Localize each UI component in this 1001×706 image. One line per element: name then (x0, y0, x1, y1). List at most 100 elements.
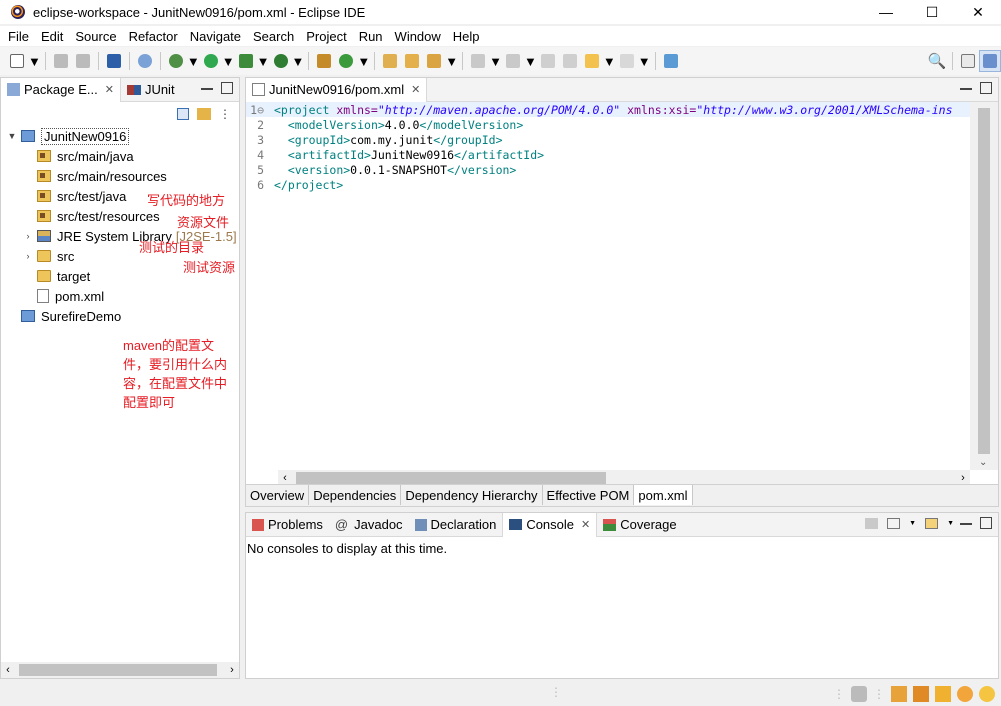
external-tools-button[interactable] (270, 50, 292, 72)
skip-breakpoints-button[interactable] (134, 50, 156, 72)
back-button[interactable] (581, 50, 603, 72)
chevron-down-icon[interactable]: ▼ (603, 54, 616, 69)
wand-icon[interactable] (935, 685, 951, 702)
minimize-view-button[interactable] (960, 519, 972, 525)
chevron-down-icon[interactable]: ▼ (222, 54, 235, 69)
tab-dependency-hierarchy[interactable]: Dependency Hierarchy (401, 485, 543, 505)
new-java-class-button[interactable] (335, 50, 357, 72)
menu-run[interactable]: Run (353, 29, 389, 44)
next-annotation-button[interactable] (467, 50, 489, 72)
menu-file[interactable]: File (2, 29, 35, 44)
coverage-button[interactable] (235, 50, 257, 72)
scrollbar-thumb[interactable] (978, 108, 990, 454)
tab-pom-xml[interactable]: pom.xml (634, 485, 693, 505)
java-perspective-button[interactable] (979, 50, 1001, 72)
new-java-package-button[interactable] (313, 50, 335, 72)
updates-icon[interactable] (851, 685, 867, 702)
chevron-down-icon[interactable]: ▼ (638, 54, 651, 69)
tree-item-surefiredemo[interactable]: SurefireDemo (1, 306, 239, 326)
chevron-right-icon[interactable]: › (956, 472, 970, 484)
chevron-right-icon[interactable]: › (23, 231, 33, 241)
tab-declaration[interactable]: Declaration (409, 513, 503, 537)
vertical-scrollbar[interactable]: ⌄ (970, 102, 998, 470)
link-with-editor-icon[interactable] (197, 108, 211, 120)
smiley-icon[interactable] (957, 685, 973, 702)
chevron-right-icon[interactable]: › (225, 664, 239, 676)
save-all-button[interactable] (72, 50, 94, 72)
book-icon[interactable] (891, 685, 907, 702)
fold-icon[interactable]: ⊖ (257, 103, 264, 117)
tab-console[interactable]: Console ✕ (502, 512, 598, 537)
scrollbar-thumb[interactable] (296, 472, 606, 484)
last-edit-button[interactable] (537, 50, 559, 72)
forward-button[interactable] (616, 50, 638, 72)
tab-junit[interactable]: JUnit (121, 78, 181, 102)
chevron-down-icon[interactable]: ⌄ (979, 457, 987, 468)
chevron-down-icon[interactable]: ▼ (947, 520, 954, 527)
save-button[interactable] (50, 50, 72, 72)
menu-edit[interactable]: Edit (35, 29, 69, 44)
menu-source[interactable]: Source (69, 29, 122, 44)
menu-navigate[interactable]: Navigate (184, 29, 247, 44)
chevron-down-icon[interactable]: ▼ (7, 131, 17, 141)
minimize-button[interactable]: — (863, 0, 909, 24)
chevron-right-icon[interactable]: › (23, 251, 33, 261)
close-icon[interactable]: ✕ (411, 83, 420, 96)
minimize-view-button[interactable] (960, 84, 972, 90)
chevron-down-icon[interactable]: ▼ (909, 520, 916, 527)
minimize-view-button[interactable] (201, 84, 213, 90)
tree-item-pom-xml[interactable]: pom.xml (1, 286, 239, 306)
maximize-view-button[interactable] (980, 517, 992, 529)
chevron-down-icon[interactable]: ▼ (28, 54, 41, 69)
chevron-down-icon[interactable]: ▼ (357, 54, 370, 69)
horizontal-scrollbar[interactable]: ‹ › (1, 662, 239, 678)
previous-annotation-button[interactable] (502, 50, 524, 72)
code-editor[interactable]: 1⊖ <project xmlns= "http://maven.apache.o… (246, 102, 970, 470)
terminal-button[interactable] (103, 50, 125, 72)
collapse-all-icon[interactable] (177, 108, 189, 120)
maximize-view-button[interactable] (980, 82, 992, 94)
chevron-down-icon[interactable]: ▼ (489, 54, 502, 69)
run-button[interactable] (200, 50, 222, 72)
tab-package-explorer[interactable]: Package E... ✕ (1, 77, 121, 102)
menu-search[interactable]: Search (247, 29, 300, 44)
chevron-down-icon[interactable]: ▼ (187, 54, 200, 69)
tab-coverage[interactable]: Coverage (597, 513, 682, 537)
chevron-down-icon[interactable]: ▼ (524, 54, 537, 69)
chevron-down-icon[interactable]: ▼ (445, 54, 458, 69)
tree-item-junitnew0916[interactable]: ▼ JunitNew0916 (1, 126, 239, 146)
chevron-left-icon[interactable]: ‹ (1, 664, 15, 676)
debug-button[interactable] (165, 50, 187, 72)
tree-item-src-main-java[interactable]: src/main/java (1, 146, 239, 166)
chevron-down-icon[interactable]: ▼ (292, 54, 305, 69)
maximize-button[interactable]: ☐ (909, 0, 955, 24)
chevron-down-icon[interactable]: ▼ (257, 54, 270, 69)
close-icon[interactable]: ✕ (581, 518, 590, 531)
tab-dependencies[interactable]: Dependencies (309, 485, 402, 505)
forward-edit-button[interactable] (559, 50, 581, 72)
tree-item-src-main-resources[interactable]: src/main/resources (1, 166, 239, 186)
maximize-view-button[interactable] (221, 82, 233, 94)
open-type-button[interactable] (379, 50, 401, 72)
open-task-button[interactable] (401, 50, 423, 72)
menu-window[interactable]: Window (389, 29, 447, 44)
tab-pom-xml-editor[interactable]: JunitNew0916/pom.xml ✕ (246, 77, 428, 102)
pin-console-icon[interactable] (865, 518, 879, 529)
open-perspective-button[interactable] (957, 50, 979, 72)
scrollbar-thumb[interactable] (19, 664, 217, 676)
tab-javadoc[interactable]: @ Javadoc (329, 513, 409, 537)
menu-project[interactable]: Project (300, 29, 352, 44)
bulb-icon[interactable] (979, 685, 995, 702)
pin-editor-button[interactable] (660, 50, 682, 72)
tab-problems[interactable]: Problems (246, 513, 329, 537)
view-menu-icon[interactable]: ⋮ (219, 107, 231, 121)
menu-help[interactable]: Help (447, 29, 486, 44)
display-console-icon[interactable] (887, 518, 901, 529)
open-console-icon[interactable] (925, 518, 939, 529)
tutorial-icon[interactable] (913, 685, 929, 702)
tab-overview[interactable]: Overview (246, 485, 310, 505)
chevron-left-icon[interactable]: ‹ (278, 472, 292, 484)
close-window-button[interactable]: ✕ (955, 0, 1001, 24)
close-icon[interactable]: ✕ (105, 83, 114, 96)
menu-refactor[interactable]: Refactor (123, 29, 184, 44)
